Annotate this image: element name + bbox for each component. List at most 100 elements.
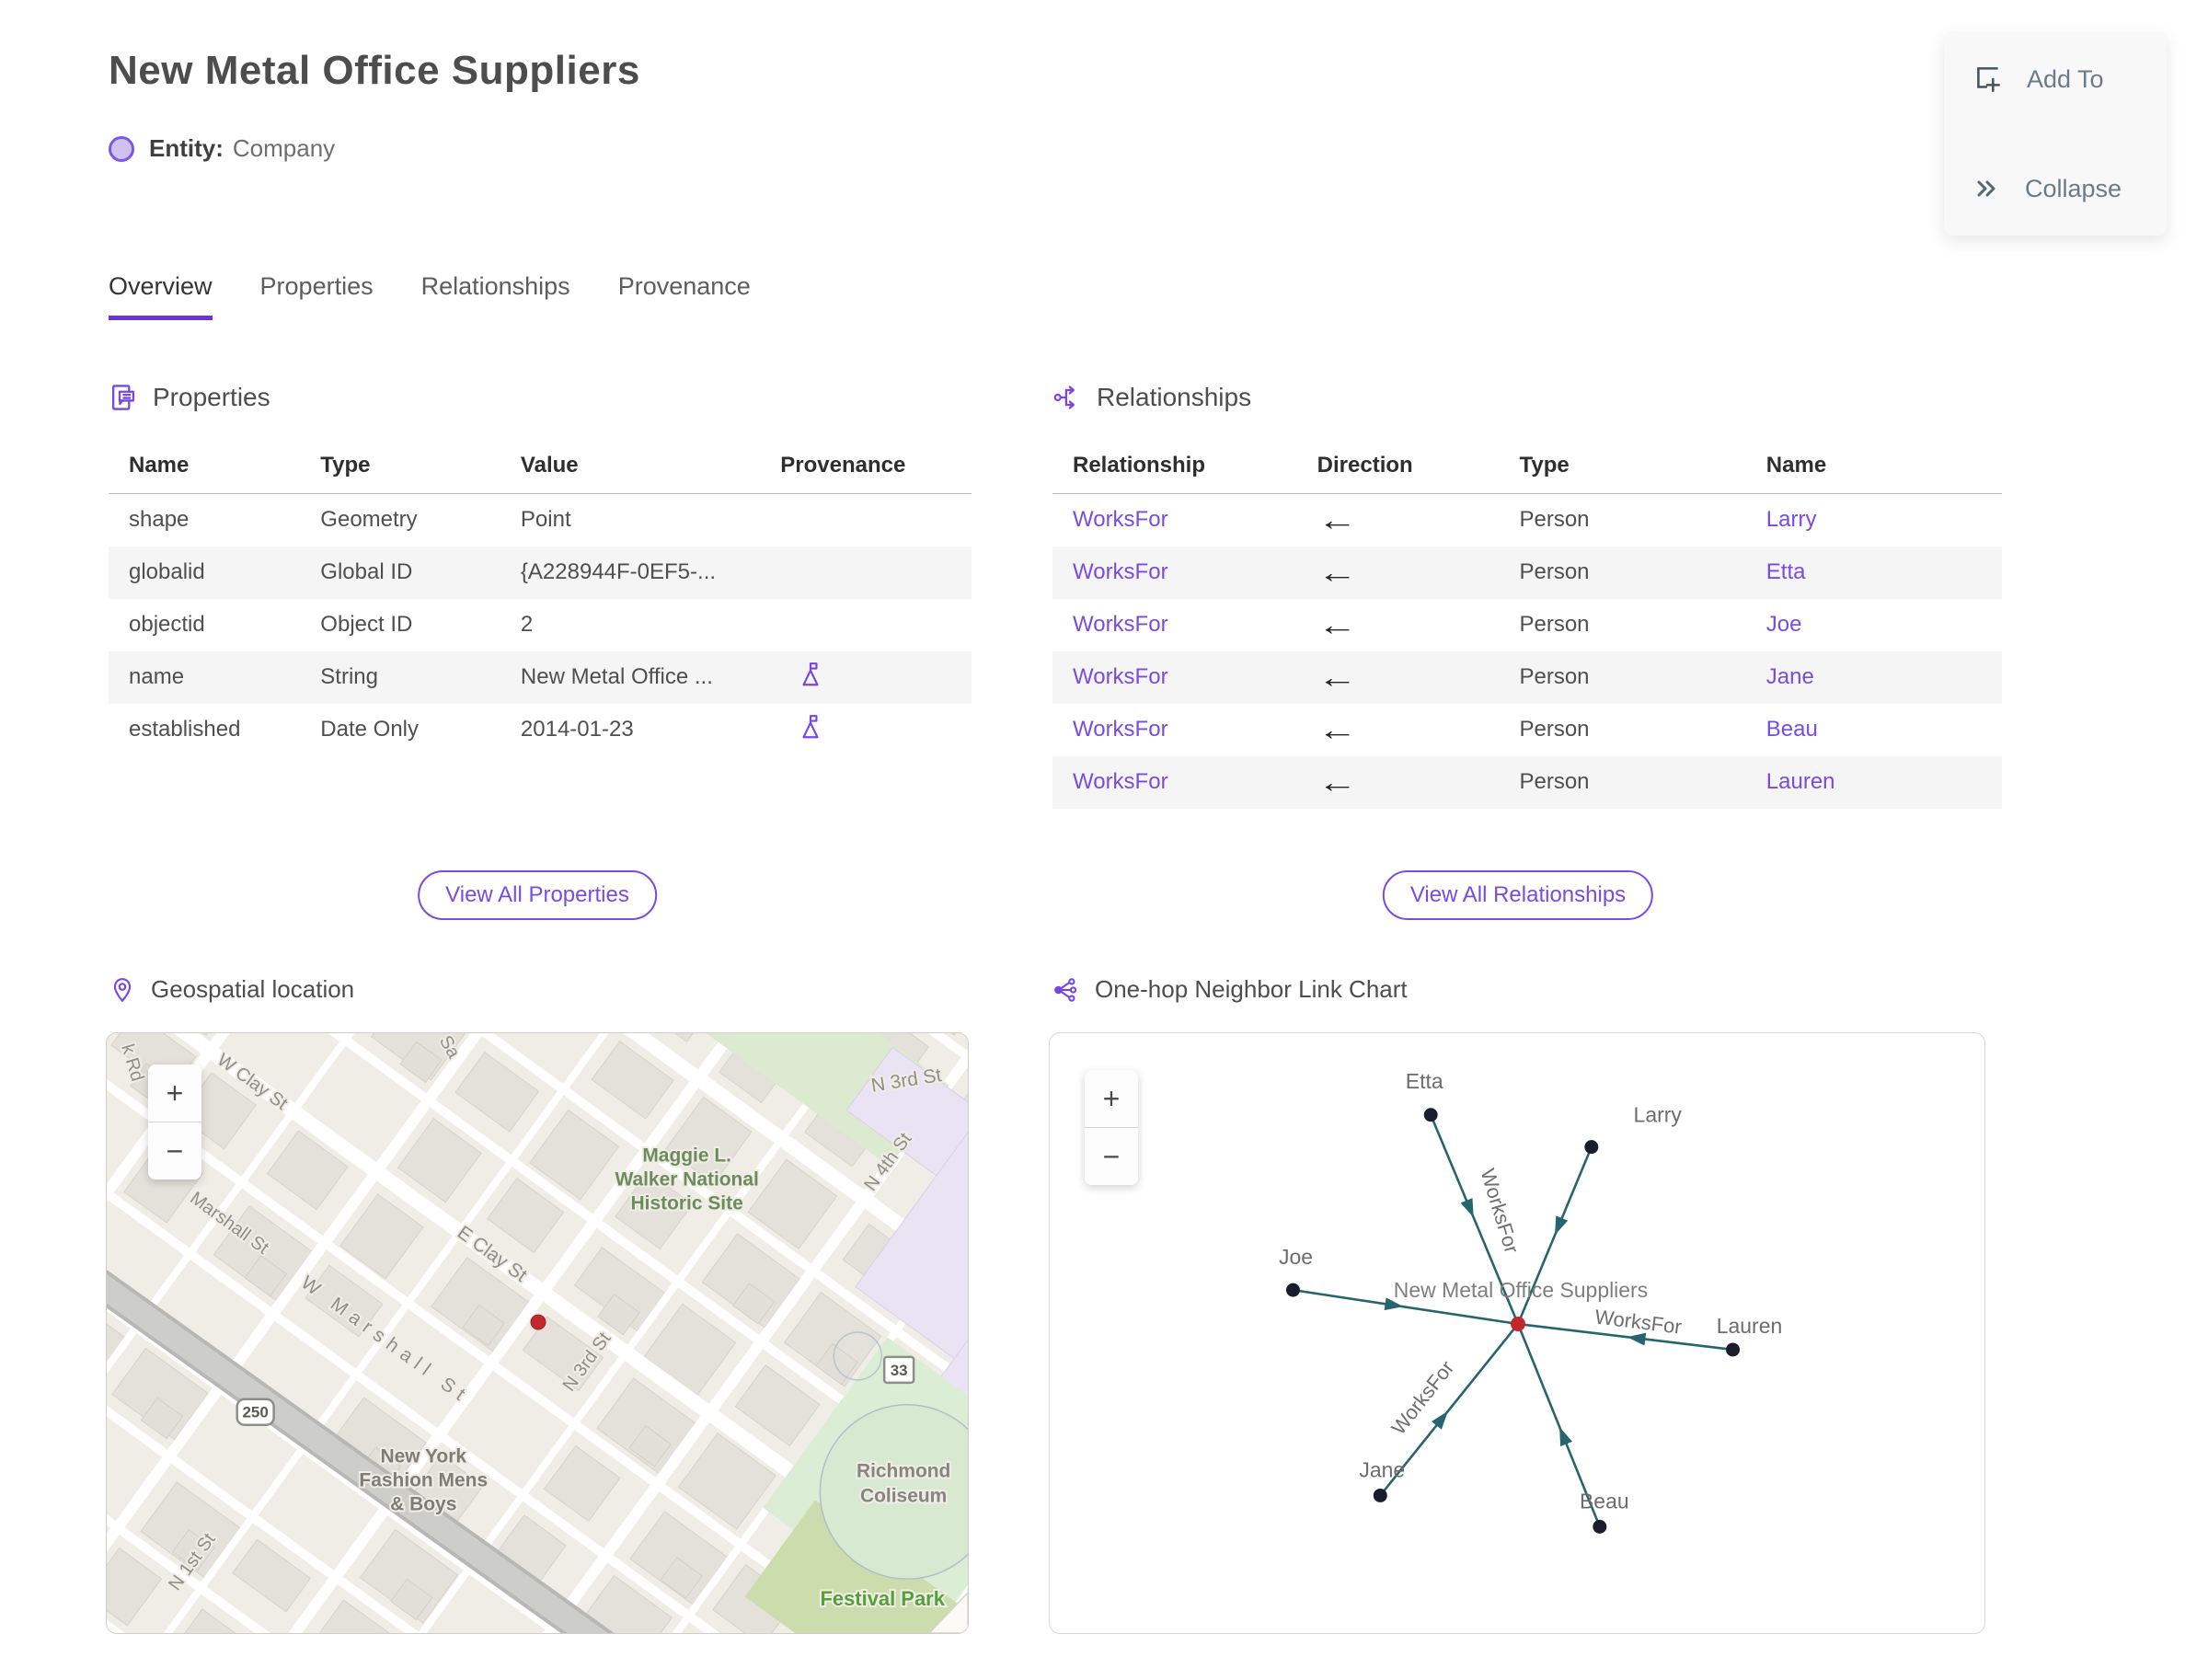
relationship-row: WorksFor ← Person Beau (1052, 704, 2002, 756)
direction-left-arrow-icon: ← (1317, 660, 1357, 694)
property-type: Object ID (320, 612, 413, 637)
entity-name-link[interactable]: Beau (1766, 717, 1818, 742)
property-row: name String New Metal Office ... (109, 650, 972, 704)
entity-name-link[interactable]: Lauren (1766, 769, 1835, 794)
property-name: globalid (129, 559, 205, 584)
table-header-row: Name Type Value Provenance (109, 443, 972, 494)
type-cell: Person (1519, 664, 1590, 689)
entity-name-link[interactable]: Etta (1766, 559, 1806, 584)
tab-properties[interactable]: Properties (260, 272, 374, 320)
direction-cell: ← (1310, 547, 1512, 599)
collapse-button[interactable]: Collapse (1972, 173, 2139, 204)
direction-left-arrow-icon: ← (1317, 502, 1357, 536)
column-header: Name (1758, 443, 2002, 494)
relationship-link[interactable]: WorksFor (1073, 664, 1168, 689)
tab-overview[interactable]: Overview (109, 272, 213, 320)
direction-left-arrow-icon: ← (1317, 555, 1357, 589)
collapse-label: Collapse (2025, 174, 2122, 202)
add-to-button[interactable]: Add To (1972, 63, 2139, 96)
geospatial-section-header: Geospatial location (109, 975, 354, 1004)
tab-relationships[interactable]: Relationships (421, 272, 570, 320)
property-name: shape (129, 507, 190, 533)
graph-node[interactable] (1373, 1488, 1387, 1502)
property-row: established Date Only 2014-01-23 (109, 704, 972, 756)
property-value: New Metal Office ... (520, 664, 713, 689)
one-hop-link-chart-icon (1054, 977, 1077, 1002)
column-header: Provenance (773, 443, 972, 494)
map-zoom-out-button[interactable]: − (148, 1122, 201, 1179)
graph-node-label: Beau (1580, 1489, 1629, 1513)
relationship-link[interactable]: WorksFor (1073, 612, 1168, 637)
relationship-row: WorksFor ← Person Jane (1052, 650, 2002, 704)
map-zoom-in-button[interactable]: + (148, 1064, 201, 1122)
column-header: Value (512, 443, 774, 494)
link-chart: WorksForWorksForWorksForEttaLarryJoeLaur… (1279, 1069, 1782, 1534)
relationship-link[interactable]: WorksFor (1073, 769, 1168, 794)
property-provenance-cell (773, 494, 972, 547)
table-header-row: Relationship Direction Type Name (1052, 443, 2002, 494)
name-cell: Joe (1759, 599, 2002, 651)
direction-cell: ← (1310, 599, 1512, 651)
relationship-link[interactable]: WorksFor (1073, 559, 1168, 584)
name-cell: Lauren (1759, 756, 2002, 809)
property-provenance-cell (773, 599, 972, 651)
property-type: String (320, 664, 378, 689)
map-canvas[interactable]: k Rd W Clay St Sa Marshall St W Marshall St E… (106, 1032, 969, 1634)
provenance-flag-icon (802, 714, 819, 738)
entity-name-link[interactable]: Jane (1766, 664, 1814, 689)
column-header: Relationship (1052, 443, 1310, 494)
graph-node[interactable] (1423, 1108, 1438, 1122)
entity-name-link[interactable]: Larry (1766, 507, 1817, 532)
page-title: New Metal Office Suppliers (109, 48, 640, 93)
map-zoom-control: + − (148, 1064, 201, 1179)
direction-cell: ← (1310, 704, 1512, 756)
column-header: Direction (1309, 443, 1512, 494)
chart-zoom-in-button[interactable]: + (1085, 1070, 1138, 1127)
property-name: name (129, 664, 185, 689)
graph-node[interactable] (1593, 1519, 1607, 1534)
relationship-cell: WorksFor (1052, 651, 1310, 704)
route-shield-number: 250 (243, 1404, 269, 1421)
view-all-properties-button[interactable]: View All Properties (418, 870, 657, 920)
basemap: k Rd W Clay StSaMarshall StW Marshall StE… (107, 1033, 968, 1633)
properties-table: Name Type Value Provenance shape Geometry Poin… (109, 443, 972, 756)
entity-name-link[interactable]: Joe (1766, 612, 1802, 637)
map-location-marker (530, 1314, 546, 1330)
property-row: shape Geometry Point (109, 494, 972, 547)
relationship-link[interactable]: WorksFor (1073, 507, 1168, 532)
link-chart-section-header: One-hop Neighbor Link Chart (1052, 975, 1408, 1004)
provenance-flag-icon (802, 662, 819, 685)
entity-type-dot-icon (109, 135, 134, 162)
actions-panel: Add To Collapse (1944, 31, 2167, 236)
name-cell: Larry (1759, 494, 2002, 547)
column-header: Type (1512, 443, 1759, 494)
type-cell: Person (1519, 507, 1590, 533)
graph-node-label: Joe (1279, 1245, 1313, 1269)
relationship-link[interactable]: WorksFor (1073, 717, 1168, 742)
property-provenance-cell[interactable] (773, 651, 972, 704)
graph-node[interactable] (1726, 1342, 1741, 1357)
route-shield-number: 33 (891, 1362, 908, 1379)
properties-section-title: Properties (153, 383, 270, 411)
relationship-cell: WorksFor (1052, 756, 1310, 809)
add-to-label: Add To (2027, 64, 2104, 93)
property-value: 2014-01-23 (520, 717, 634, 742)
chart-zoom-out-button[interactable]: − (1085, 1128, 1138, 1185)
graph-node[interactable] (1584, 1140, 1599, 1155)
relationship-cell: WorksFor (1052, 599, 1310, 651)
graph-node[interactable] (1285, 1283, 1300, 1297)
graph-edge-label: WorksFor (1386, 1356, 1458, 1439)
property-row: objectid Object ID 2 (109, 599, 972, 651)
tab-provenance[interactable]: Provenance (618, 272, 751, 320)
direction-left-arrow-icon: ← (1317, 607, 1357, 641)
view-all-relationships-button[interactable]: View All Relationships (1382, 870, 1654, 920)
name-cell: Jane (1759, 651, 2002, 704)
column-header: Name (109, 443, 314, 494)
relationships-table: Relationship Direction Type Name WorksFor ← Pe… (1052, 443, 2002, 809)
graph-center-node[interactable] (1511, 1317, 1525, 1332)
graph-center-node-label: New Metal Office Suppliers (1394, 1278, 1648, 1302)
property-provenance-cell[interactable] (773, 704, 972, 756)
property-name: objectid (129, 612, 205, 637)
link-chart-canvas[interactable]: WorksFor WorksFor WorksFor Etta Larry Joe Laur… (1049, 1032, 1985, 1634)
property-type: Geometry (320, 507, 418, 533)
